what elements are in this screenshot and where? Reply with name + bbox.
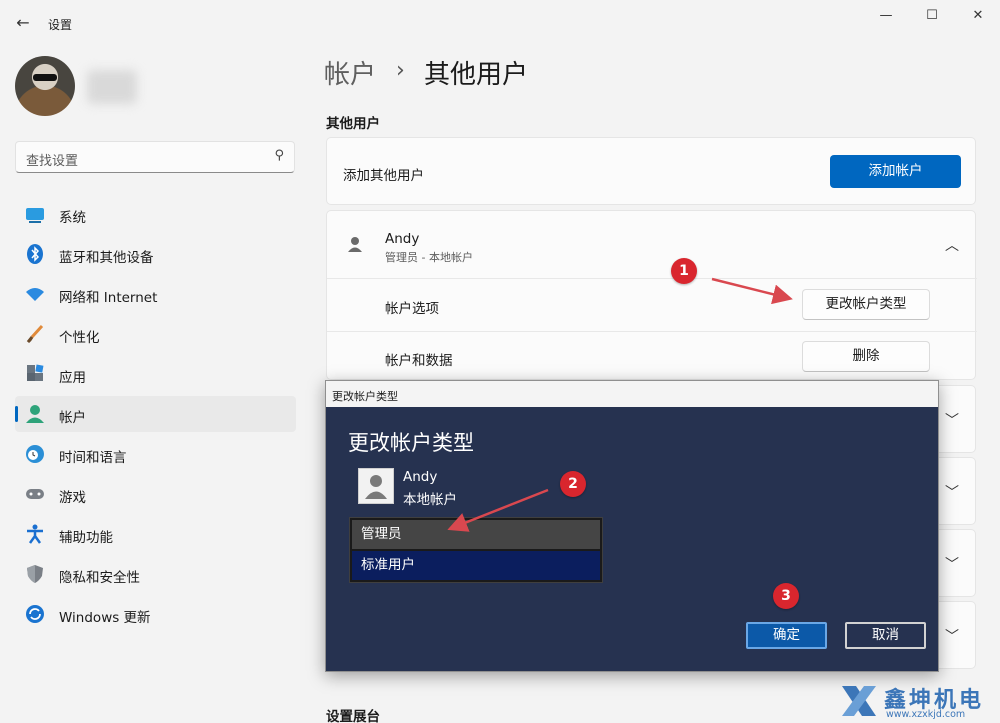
annotation-badge-2: 2 <box>560 471 586 497</box>
arrow-to-administrator <box>447 488 549 532</box>
annotation-badge-1: 1 <box>671 258 697 284</box>
watermark-url: www.xzxkjd.com <box>886 709 966 720</box>
annotation-arrows <box>447 277 793 532</box>
arrow-to-change-type <box>711 277 793 305</box>
watermark: 鑫坤机电 www.xzxkjd.com <box>840 682 1000 723</box>
watermark-logo-icon <box>842 686 876 716</box>
annotation-badge-3: 3 <box>773 583 799 609</box>
